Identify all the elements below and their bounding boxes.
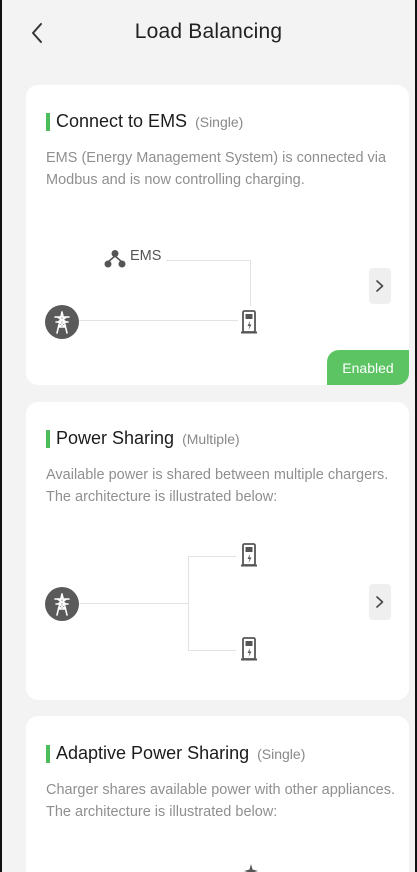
ems-network-icon: [104, 249, 126, 269]
accent-bar: [46, 744, 50, 763]
card-description: Charger shares available power with othe…: [46, 782, 395, 820]
card-title: Connect to EMS: [56, 111, 188, 131]
diagram-line: [250, 260, 251, 306]
chevron-right-icon: [376, 280, 384, 292]
ems-label: EMS: [130, 248, 162, 264]
card-title-row: Connect to EMS (Single): [46, 111, 243, 132]
header: Load Balancing: [2, 0, 415, 70]
card-power-sharing[interactable]: Power Sharing (Multiple) Available power…: [26, 402, 409, 700]
card-connect-to-ems[interactable]: Connect to EMS (Single) EMS (Energy Mana…: [26, 85, 409, 385]
card-description: EMS (Energy Management System) is connec…: [46, 150, 387, 188]
diagram-line: [188, 556, 189, 650]
charger-icon: [240, 309, 260, 335]
accent-bar: [46, 112, 50, 131]
card-title: Power Sharing: [56, 428, 175, 448]
diagram-line: [68, 603, 188, 604]
card-arrow-button[interactable]: [369, 268, 391, 304]
diagram-line: [68, 320, 238, 321]
charger-icon: [240, 636, 260, 662]
card-arrow-button[interactable]: [369, 584, 391, 620]
grid-tower-icon: [45, 305, 79, 339]
diagram-line: [188, 556, 236, 557]
card-mode: (Single): [195, 113, 244, 130]
accent-bar: [46, 429, 50, 448]
status-badge: Enabled: [327, 350, 409, 385]
chevron-right-icon: [376, 596, 384, 608]
card-mode: (Single): [257, 745, 306, 762]
diagram-line: [188, 650, 236, 651]
card-title-row: Adaptive Power Sharing (Single): [46, 743, 305, 764]
card-title-row: Power Sharing (Multiple): [46, 428, 240, 449]
card-mode: (Multiple): [182, 430, 240, 447]
card-adaptive-power-sharing[interactable]: Adaptive Power Sharing (Single) Charger …: [26, 716, 409, 872]
card-description: Available power is shared between multip…: [46, 467, 389, 505]
charger-icon: [240, 542, 260, 568]
card-title: Adaptive Power Sharing: [56, 743, 250, 763]
grid-tower-icon: [45, 587, 79, 621]
diagram-line: [166, 260, 250, 261]
adaptive-power-icon: [244, 864, 258, 872]
page-title: Load Balancing: [134, 20, 283, 43]
app-screen: Load Balancing Connect to EMS (Single) E…: [0, 0, 417, 872]
